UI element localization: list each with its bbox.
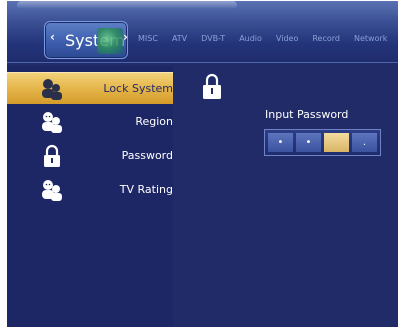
user-pair-icon bbox=[42, 79, 62, 100]
tab-record[interactable]: Record bbox=[312, 34, 340, 43]
system-tv-icon bbox=[97, 28, 123, 54]
header-bar: ‹ System › MISC ATV DVB-T Audio Video Re… bbox=[7, 1, 398, 63]
chevron-left-icon[interactable]: ‹ bbox=[50, 30, 55, 44]
menu-item-label: Password bbox=[121, 149, 173, 162]
padlock-icon bbox=[203, 73, 221, 99]
menu-item-label: Lock System bbox=[103, 82, 173, 95]
menu-item-password[interactable]: Password bbox=[7, 140, 173, 172]
tab-misc[interactable]: MISC bbox=[138, 34, 158, 43]
tab-atv[interactable]: ATV bbox=[172, 34, 187, 43]
password-digit[interactable]: • bbox=[268, 133, 293, 152]
tab-audio[interactable]: Audio bbox=[239, 34, 262, 43]
password-input[interactable]: • • . bbox=[264, 129, 381, 156]
tab-dvbt[interactable]: DVB-T bbox=[201, 34, 225, 43]
user-pair-icon bbox=[42, 112, 62, 133]
password-prompt: Input Password bbox=[265, 108, 349, 121]
tab-system[interactable]: ‹ System › bbox=[44, 21, 128, 59]
menu-item-label: Region bbox=[135, 115, 173, 128]
password-digit[interactable]: • bbox=[296, 133, 321, 152]
content-panel: Input Password • • . bbox=[177, 66, 398, 327]
header-ghost-title bbox=[17, 1, 237, 9]
menu-item-lock-system[interactable]: Lock System bbox=[7, 72, 173, 104]
password-digit[interactable]: . bbox=[352, 133, 377, 152]
user-pair-icon bbox=[42, 180, 62, 201]
menu-item-region[interactable]: Region bbox=[7, 106, 173, 138]
tab-video[interactable]: Video bbox=[276, 34, 298, 43]
password-digit-active[interactable] bbox=[324, 133, 349, 152]
osd-window: ‹ System › MISC ATV DVB-T Audio Video Re… bbox=[7, 1, 398, 327]
padlock-icon bbox=[44, 144, 60, 167]
menu-item-label: TV Rating bbox=[119, 183, 173, 196]
chevron-right-icon[interactable]: › bbox=[123, 30, 128, 44]
tab-strip: MISC ATV DVB-T Audio Video Record Networ… bbox=[138, 34, 398, 43]
menu-item-tv-rating[interactable]: TV Rating bbox=[7, 174, 173, 206]
menu-list: Lock System Region Password TV Rating bbox=[7, 66, 173, 327]
tab-network[interactable]: Network bbox=[354, 34, 387, 43]
